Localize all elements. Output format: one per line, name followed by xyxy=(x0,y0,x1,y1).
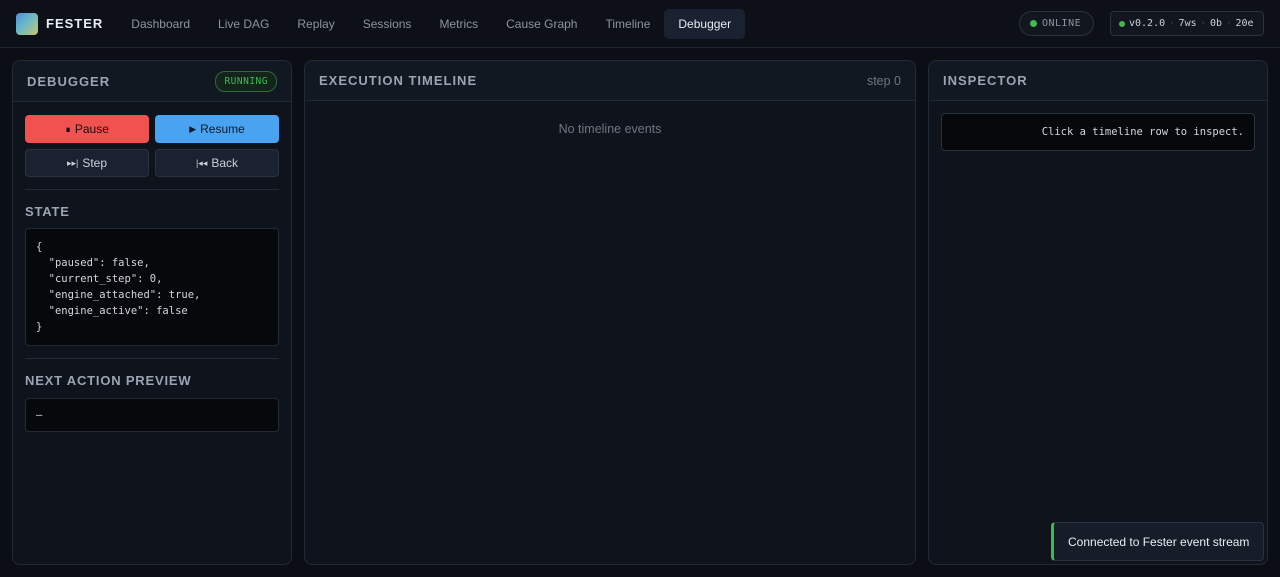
version-info: v0.2.0 · 7ws · 0b · 20e xyxy=(1110,11,1264,36)
timeline-panel: EXECUTION TIMELINE step 0 No timeline ev… xyxy=(304,60,916,565)
inspector-placeholder: Click a timeline row to inspect. xyxy=(1041,126,1244,138)
debugger-title: DEBUGGER xyxy=(27,73,111,89)
debugger-controls: ∎ Pause ▶ Resume ▸▸| Step |◂◂ Back xyxy=(25,115,279,177)
separator-dot: · xyxy=(1226,18,1232,29)
next-action-preview: — xyxy=(25,398,279,432)
debugger-panel-header: DEBUGGER RUNNING xyxy=(13,61,291,102)
pause-icon: ∎ xyxy=(65,123,71,134)
inspector-panel-header: INSPECTOR xyxy=(929,61,1267,101)
events-count: 20e xyxy=(1235,18,1254,29)
status-label: ONLINE xyxy=(1042,18,1082,29)
app-logo xyxy=(16,12,38,35)
resume-button[interactable]: ▶ Resume xyxy=(155,115,279,143)
step-forward-icon: ▸▸| xyxy=(66,157,79,168)
inspector-title: INSPECTOR xyxy=(943,73,1028,88)
brand[interactable]: FESTER xyxy=(16,12,104,35)
nav-timeline[interactable]: Timeline xyxy=(591,9,664,39)
status-dot-icon xyxy=(1030,20,1037,27)
version-dot-icon xyxy=(1119,20,1125,27)
connection-status-badge: ONLINE xyxy=(1019,11,1094,36)
pause-button[interactable]: ∎ Pause xyxy=(25,115,149,143)
back-label: Back xyxy=(211,156,239,170)
step-label: Step xyxy=(82,156,108,170)
running-status-badge: RUNNING xyxy=(215,70,277,92)
inspector-content: Click a timeline row to inspect. xyxy=(941,113,1255,151)
resume-label: Resume xyxy=(200,122,245,136)
separator-dot: · xyxy=(1200,18,1207,29)
toast-message: Connected to Fester event stream xyxy=(1068,534,1250,549)
debugger-panel: DEBUGGER RUNNING ∎ Pause ▶ Resume ▸▸| St… xyxy=(12,60,292,565)
nav-cause-graph[interactable]: Cause Graph xyxy=(492,9,591,39)
brand-name: FESTER xyxy=(46,16,104,31)
state-section-title: STATE xyxy=(25,204,70,219)
step-back-icon: |◂◂ xyxy=(195,157,208,168)
nav-debugger[interactable]: Debugger xyxy=(664,8,746,39)
pause-label: Pause xyxy=(74,122,109,136)
toast-notification[interactable]: Connected to Fester event stream xyxy=(1051,522,1264,561)
divider xyxy=(25,189,279,190)
nav-metrics[interactable]: Metrics xyxy=(425,9,492,39)
bytes-count: 0b xyxy=(1210,18,1223,29)
separator-dot: · xyxy=(1169,18,1175,29)
nav-replay[interactable]: Replay xyxy=(283,9,348,39)
step-button[interactable]: ▸▸| Step xyxy=(25,149,149,177)
timeline-panel-header: EXECUTION TIMELINE step 0 xyxy=(305,61,915,101)
play-icon: ▶ xyxy=(189,123,197,134)
main-nav: Dashboard Live DAG Replay Sessions Metri… xyxy=(117,8,746,39)
divider xyxy=(25,358,279,359)
inspector-panel: INSPECTOR Click a timeline row to inspec… xyxy=(928,60,1268,565)
next-action-section-title: NEXT ACTION PREVIEW xyxy=(25,373,192,388)
nav-dashboard[interactable]: Dashboard xyxy=(117,9,204,39)
step-indicator: step 0 xyxy=(866,73,901,88)
back-button[interactable]: |◂◂ Back xyxy=(155,149,279,177)
timeline-title: EXECUTION TIMELINE xyxy=(319,73,478,88)
timeline-empty-message: No timeline events xyxy=(558,122,662,136)
nav-sessions[interactable]: Sessions xyxy=(349,9,426,39)
version-number: v0.2.0 xyxy=(1129,18,1166,29)
ws-count: 7ws xyxy=(1178,18,1197,29)
nav-live-dag[interactable]: Live DAG xyxy=(204,9,283,39)
state-json-view: { "paused": false, "current_step": 0, "e… xyxy=(25,228,279,346)
